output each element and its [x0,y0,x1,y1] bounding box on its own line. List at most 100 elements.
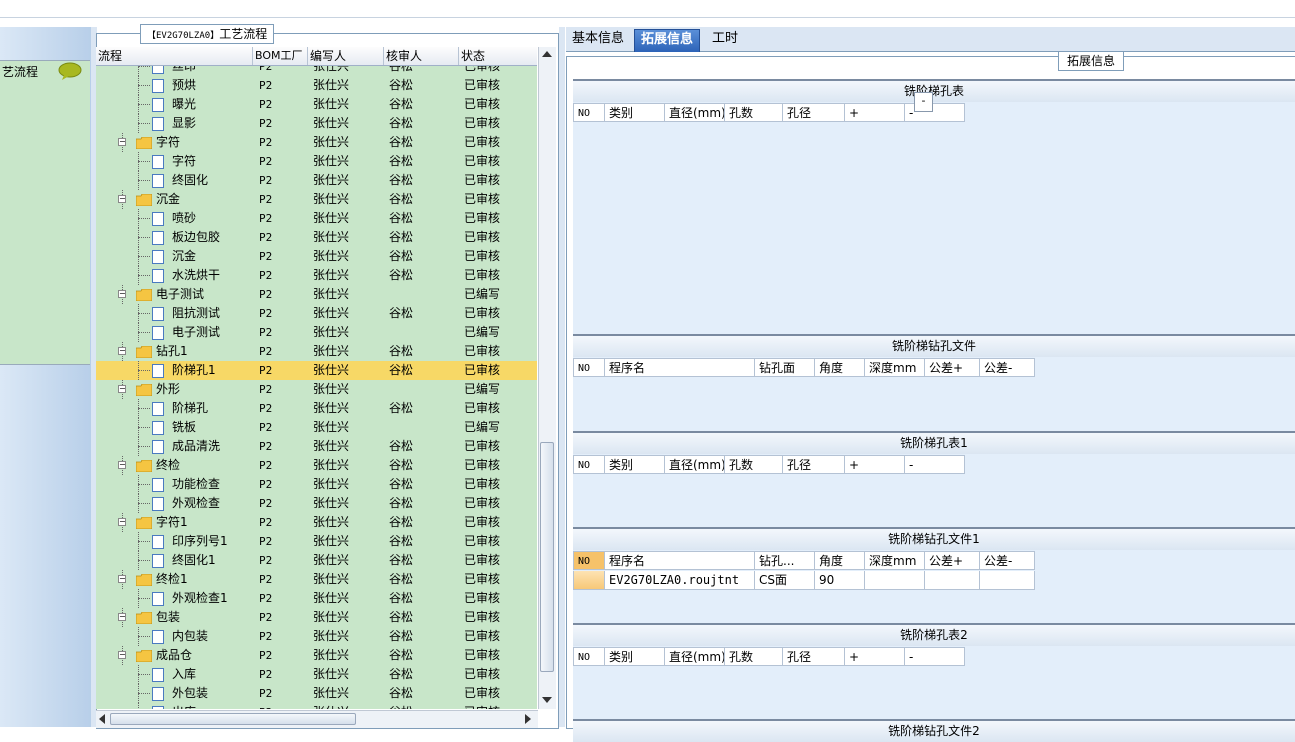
collapse-toggle-icon[interactable]: − [118,385,126,393]
tree-row[interactable]: 水洗烘干 P2 张仕兴 谷松 已审核 [96,266,537,285]
tree-row[interactable]: 阻抗测试 P2 张仕兴 谷松 已审核 [96,304,537,323]
section-data-row[interactable]: EV2G70LZA0.roujtnt CS面 90 [573,571,1035,590]
tree-row[interactable]: 丝印 P2 张仕兴 谷松 已审核 [96,66,537,76]
tree-row[interactable]: 喷砂 P2 张仕兴 谷松 已审核 [96,209,537,228]
tree-row[interactable]: 铣板 P2 张仕兴 已编写 [96,418,537,437]
column-header[interactable]: 钻孔面 [755,358,815,377]
collapse-toggle-icon[interactable]: − [118,518,126,526]
column-header[interactable]: NO [573,455,605,474]
column-header[interactable]: 角度 [815,358,865,377]
tree-row[interactable]: − 字符 P2 张仕兴 谷松 已审核 [96,133,537,152]
tree-row[interactable]: 外观检查 P2 张仕兴 谷松 已审核 [96,494,537,513]
column-header[interactable]: 类别 [605,647,665,666]
tree-row[interactable]: 入库 P2 张仕兴 谷松 已审核 [96,665,537,684]
column-header[interactable]: NO [573,358,605,377]
tree-row[interactable]: 功能检查 P2 张仕兴 谷松 已审核 [96,475,537,494]
collapse-button[interactable]: - [914,92,933,112]
column-header[interactable]: - [905,647,965,666]
collapse-toggle-icon[interactable]: − [118,195,126,203]
tree-row[interactable]: − 终检 P2 张仕兴 谷松 已审核 [96,456,537,475]
column-header[interactable]: NO [573,103,605,122]
tree-row[interactable]: 阶梯孔 P2 张仕兴 谷松 已审核 [96,399,537,418]
column-header[interactable]: 类别 [605,455,665,474]
tree-row[interactable]: 出库 P2 张仕兴 谷松 已审核 [96,703,537,709]
collapse-toggle-icon[interactable]: − [118,575,126,583]
tree-row[interactable]: 外观检查1 P2 张仕兴 谷松 已审核 [96,589,537,608]
tree-row[interactable]: 阶梯孔1 P2 张仕兴 谷松 已审核 [96,361,537,380]
tree-row[interactable]: 字符 P2 张仕兴 谷松 已审核 [96,152,537,171]
data-cell[interactable] [865,571,925,590]
column-header[interactable]: 深度mm [865,551,925,570]
col-reviewer[interactable]: 核审人 [384,47,459,65]
column-header[interactable]: 深度mm [865,358,925,377]
data-cell[interactable] [573,571,605,590]
tab-extended-info[interactable]: 拓展信息 [634,29,701,52]
tree-row[interactable]: 预烘 P2 张仕兴 谷松 已审核 [96,76,537,95]
column-header[interactable]: NO [573,551,605,570]
column-header[interactable]: + [845,647,905,666]
column-header[interactable]: 公差+ [925,358,980,377]
tree-row[interactable]: − 钻孔1 P2 张仕兴 谷松 已审核 [96,342,537,361]
col-flow[interactable]: 流程 [96,47,253,65]
col-author[interactable]: 编写人 [308,47,384,65]
tree-row[interactable]: 内包装 P2 张仕兴 谷松 已审核 [96,627,537,646]
col-bom[interactable]: BOM工厂 [253,47,308,65]
column-header[interactable]: 公差- [980,551,1035,570]
column-header[interactable]: 公差+ [925,551,980,570]
tree-row[interactable]: 曝光 P2 张仕兴 谷松 已审核 [96,95,537,114]
scroll-right-arrow-icon[interactable] [525,714,531,724]
tree-row[interactable]: − 包装 P2 张仕兴 谷松 已审核 [96,608,537,627]
tree-vertical-scrollbar[interactable] [538,47,556,709]
tree-row[interactable]: 终固化 P2 张仕兴 谷松 已审核 [96,171,537,190]
tab-basic-info[interactable]: 基本信息 [566,29,630,51]
tree-row[interactable]: 沉金 P2 张仕兴 谷松 已审核 [96,247,537,266]
data-cell[interactable] [925,571,980,590]
column-header[interactable]: + [845,455,905,474]
column-header[interactable]: 直径(mm) [665,647,725,666]
column-header[interactable]: 直径(mm) [665,455,725,474]
column-header[interactable]: 孔径 [783,455,845,474]
data-cell[interactable] [980,571,1035,590]
column-header[interactable]: 孔径 [783,103,845,122]
tree-row[interactable]: 板边包胶 P2 张仕兴 谷松 已审核 [96,228,537,247]
tree-row[interactable]: − 成品仓 P2 张仕兴 谷松 已审核 [96,646,537,665]
column-header[interactable]: 程序名 [605,358,755,377]
tree-row[interactable]: 电子测试 P2 张仕兴 已编写 [96,323,537,342]
tree-row[interactable]: 成品清洗 P2 张仕兴 谷松 已审核 [96,437,537,456]
tree-row[interactable]: − 终检1 P2 张仕兴 谷松 已审核 [96,570,537,589]
column-header[interactable]: - [905,455,965,474]
collapse-toggle-icon[interactable]: − [118,461,126,469]
column-header[interactable]: 直径(mm) [665,103,725,122]
column-header[interactable]: 孔径 [783,647,845,666]
scroll-down-arrow-icon[interactable] [542,697,552,703]
column-header[interactable]: NO [573,647,605,666]
center-splitter[interactable] [559,27,565,727]
column-header[interactable]: 程序名 [605,551,755,570]
scroll-left-arrow-icon[interactable] [99,714,105,724]
column-header[interactable]: 孔数 [725,455,783,474]
collapse-toggle-icon[interactable]: − [118,290,126,298]
scroll-up-arrow-icon[interactable] [542,51,552,57]
horizontal-scroll-thumb[interactable] [110,713,356,725]
tree-row[interactable]: 终固化1 P2 张仕兴 谷松 已审核 [96,551,537,570]
tree-row[interactable]: − 字符1 P2 张仕兴 谷松 已审核 [96,513,537,532]
vertical-scroll-thumb[interactable] [540,442,554,672]
data-cell[interactable]: EV2G70LZA0.roujtnt [605,571,755,590]
tree-row[interactable]: − 沉金 P2 张仕兴 谷松 已审核 [96,190,537,209]
column-header[interactable]: 钻孔... [755,551,815,570]
tree-row[interactable]: 显影 P2 张仕兴 谷松 已审核 [96,114,537,133]
data-cell[interactable]: CS面 [755,571,815,590]
data-cell[interactable]: 90 [815,571,865,590]
tree-row[interactable]: − 电子测试 P2 张仕兴 已编写 [96,285,537,304]
collapse-toggle-icon[interactable]: − [118,613,126,621]
tree-horizontal-scrollbar[interactable] [96,710,538,728]
tree-row[interactable]: − 外形 P2 张仕兴 已编写 [96,380,537,399]
collapse-toggle-icon[interactable]: − [118,651,126,659]
tree-row[interactable]: 印序列号1 P2 张仕兴 谷松 已审核 [96,532,537,551]
column-header[interactable]: + [845,103,905,122]
col-status[interactable]: 状态 [459,47,537,65]
column-header[interactable]: 公差- [980,358,1035,377]
column-header[interactable]: 孔数 [725,647,783,666]
collapse-toggle-icon[interactable]: − [118,138,126,146]
column-header[interactable]: 类别 [605,103,665,122]
